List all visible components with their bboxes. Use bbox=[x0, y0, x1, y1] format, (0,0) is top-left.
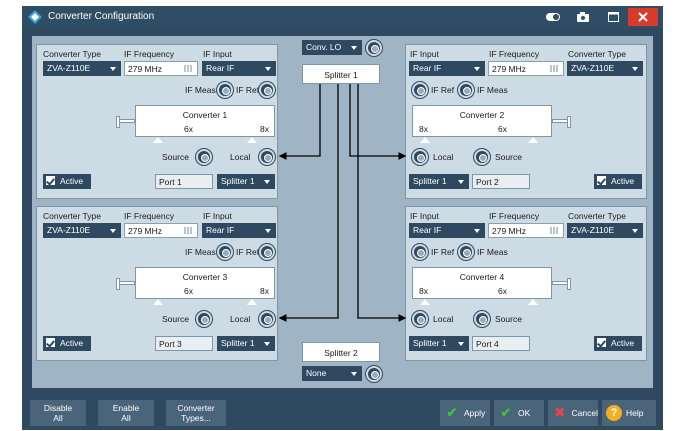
apply-button[interactable]: ✔ Apply bbox=[440, 400, 490, 426]
configuration-canvas: Converter Type IF Frequency IF Input ZVA… bbox=[32, 36, 653, 388]
close-icon bbox=[638, 12, 648, 22]
converter-configuration-window: Converter Configuration Converter Type I… bbox=[22, 6, 663, 430]
toggle-display-button[interactable] bbox=[542, 9, 564, 25]
help-button[interactable]: ? Help bbox=[602, 400, 656, 426]
wire-to-converter-4-local bbox=[357, 84, 407, 322]
enable-all-line2: All bbox=[121, 413, 131, 423]
ok-button[interactable]: ✔ OK bbox=[494, 400, 544, 426]
converter-types-line1: Converter bbox=[177, 403, 215, 413]
enable-all-line1: Enable bbox=[112, 403, 140, 413]
toggle-icon bbox=[546, 13, 560, 21]
app-logo-icon bbox=[28, 10, 42, 24]
check-icon: ✔ bbox=[446, 405, 458, 420]
bottom-toolbar: Disable All Enable All Converter Types..… bbox=[22, 394, 663, 430]
maximize-button[interactable] bbox=[602, 9, 624, 25]
wire-to-converter-1-local bbox=[278, 84, 321, 160]
maximize-icon bbox=[607, 12, 619, 22]
cancel-label: Cancel bbox=[571, 408, 598, 418]
wire-to-converter-3-local bbox=[278, 84, 339, 322]
close-button[interactable] bbox=[628, 8, 658, 26]
cancel-button[interactable]: ✖ Cancel bbox=[548, 400, 598, 426]
camera-icon bbox=[577, 12, 589, 22]
converter-types-line2: Types... bbox=[181, 413, 211, 423]
disable-all-line1: Disable bbox=[43, 403, 73, 413]
connection-wires bbox=[278, 84, 407, 322]
help-icon: ? bbox=[606, 405, 622, 421]
ok-label: OK bbox=[518, 408, 531, 418]
apply-label: Apply bbox=[464, 408, 486, 418]
window-title: Converter Configuration bbox=[48, 11, 155, 22]
check-icon: ✔ bbox=[500, 405, 512, 420]
screenshot-button[interactable] bbox=[572, 9, 594, 25]
converter-types-button[interactable]: Converter Types... bbox=[166, 400, 226, 426]
enable-all-button[interactable]: Enable All bbox=[98, 400, 154, 426]
help-label: Help bbox=[626, 408, 644, 418]
x-icon: ✖ bbox=[554, 405, 566, 420]
title-bar: Converter Configuration bbox=[22, 6, 663, 28]
disable-all-line2: All bbox=[53, 413, 63, 423]
disable-all-button[interactable]: Disable All bbox=[30, 400, 86, 426]
